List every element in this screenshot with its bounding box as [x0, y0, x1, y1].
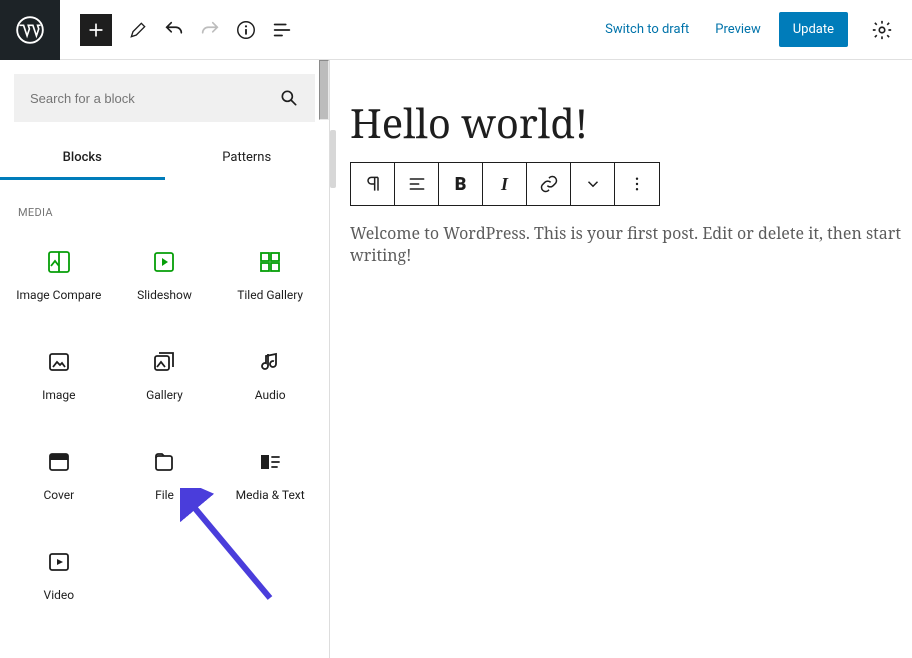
post-title[interactable]: Hello world!: [340, 90, 902, 158]
more-icon: [628, 175, 646, 193]
settings-button[interactable]: [864, 6, 900, 54]
block-item-label: Image: [42, 388, 75, 404]
switch-to-draft-button[interactable]: Switch to draft: [597, 22, 697, 37]
image-compare-icon: [47, 250, 71, 274]
search-icon: [279, 88, 299, 108]
blocks-panel: MEDIA Image Compare Slideshow Tiled Galler…: [0, 180, 329, 658]
align-left-icon: [407, 174, 427, 194]
block-item-label: Cover: [43, 488, 74, 504]
pencil-icon: [128, 20, 148, 40]
editor-main: Blocks Patterns MEDIA Image Compare Slide…: [0, 60, 912, 658]
editor-top-bar: Switch to draft Preview Update: [0, 0, 912, 60]
undo-button[interactable]: [156, 6, 192, 54]
media-text-icon: [258, 450, 282, 474]
bold-button[interactable]: B: [439, 163, 483, 205]
preview-button[interactable]: Preview: [707, 22, 768, 37]
block-item-label: Video: [44, 588, 75, 604]
block-item-gallery[interactable]: Gallery: [112, 327, 218, 427]
list-view-icon: [271, 19, 293, 41]
block-type-button[interactable]: [351, 163, 395, 205]
update-button[interactable]: Update: [779, 12, 848, 47]
toolbar-group: [60, 0, 300, 59]
undo-icon: [163, 19, 185, 41]
block-item-slideshow[interactable]: Slideshow: [112, 227, 218, 327]
post-paragraph[interactable]: Welcome to WordPress. This is your first…: [340, 218, 902, 266]
slideshow-icon: [152, 250, 176, 274]
wordpress-logo-icon: [16, 16, 44, 44]
block-toolbar: B I: [350, 162, 660, 206]
block-item-audio[interactable]: Audio: [217, 327, 323, 427]
image-icon: [47, 350, 71, 374]
block-item-cover[interactable]: Cover: [6, 427, 112, 527]
redo-icon: [199, 19, 221, 41]
chevron-down-icon: [584, 175, 602, 193]
block-item-label: Image Compare: [16, 288, 101, 304]
italic-icon: I: [501, 174, 508, 195]
block-item-image-compare[interactable]: Image Compare: [6, 227, 112, 327]
block-item-label: Slideshow: [137, 288, 192, 304]
more-rich-text-button[interactable]: [571, 163, 615, 205]
editor-canvas[interactable]: Hello world! B I Welcome to: [330, 60, 912, 658]
gallery-icon: [152, 350, 176, 374]
toggle-inserter-button[interactable]: [80, 14, 112, 46]
block-item-tiled-gallery[interactable]: Tiled Gallery: [217, 227, 323, 327]
block-item-media-text[interactable]: Media & Text: [217, 427, 323, 527]
inserter-tabs: Blocks Patterns: [0, 136, 329, 180]
block-grid: Image Compare Slideshow Tiled Gallery Image…: [0, 227, 329, 627]
info-icon: [235, 19, 257, 41]
bold-icon: B: [455, 174, 467, 195]
search-wrap: [0, 60, 329, 136]
paragraph-icon: [363, 174, 383, 194]
audio-icon: [258, 350, 282, 374]
block-search[interactable]: [14, 74, 315, 122]
block-options-button[interactable]: [615, 163, 659, 205]
block-item-label: Media & Text: [236, 488, 305, 504]
plus-icon: [86, 20, 106, 40]
search-input[interactable]: [30, 91, 245, 106]
link-icon: [539, 174, 559, 194]
details-button[interactable]: [228, 6, 264, 54]
gear-icon: [871, 19, 893, 41]
tab-blocks[interactable]: Blocks: [0, 136, 165, 180]
block-item-label: File: [155, 488, 174, 504]
inserter-scrollbar[interactable]: [319, 60, 329, 120]
tiled-gallery-icon: [258, 250, 282, 274]
block-item-label: Gallery: [146, 388, 183, 404]
outline-button[interactable]: [264, 6, 300, 54]
italic-button[interactable]: I: [483, 163, 527, 205]
tools-button[interactable]: [120, 6, 156, 54]
block-inserter-panel: Blocks Patterns MEDIA Image Compare Slide…: [0, 60, 330, 658]
category-media: MEDIA: [0, 192, 329, 227]
cover-icon: [47, 450, 71, 474]
align-button[interactable]: [395, 163, 439, 205]
link-button[interactable]: [527, 163, 571, 205]
block-item-label: Audio: [255, 388, 286, 404]
block-item-video[interactable]: Video: [6, 527, 112, 627]
block-item-file[interactable]: File: [112, 427, 218, 527]
tab-patterns[interactable]: Patterns: [165, 136, 330, 180]
title-selection-handle[interactable]: [330, 130, 336, 188]
top-right-actions: Switch to draft Preview Update: [597, 0, 912, 59]
file-icon: [152, 450, 176, 474]
block-item-image[interactable]: Image: [6, 327, 112, 427]
block-item-label: Tiled Gallery: [237, 288, 303, 304]
video-icon: [47, 550, 71, 574]
top-left-tools: [0, 0, 300, 59]
redo-button[interactable]: [192, 6, 228, 54]
wordpress-logo[interactable]: [0, 0, 60, 60]
